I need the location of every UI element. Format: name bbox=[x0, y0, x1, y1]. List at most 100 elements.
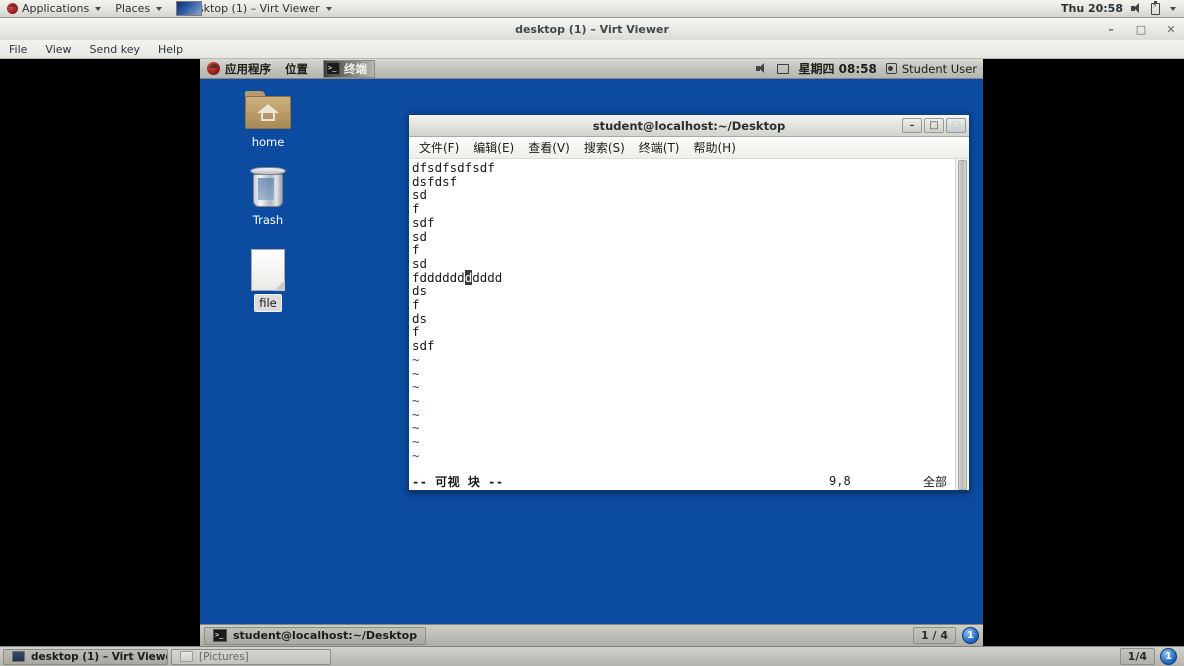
guest-top-panel: 应用程序 位置 >_ 终端 星期四 08:58 Student User bbox=[200, 59, 983, 79]
editor-line: f bbox=[412, 324, 420, 340]
close-button[interactable]: ✕ bbox=[946, 118, 966, 133]
guest-applications-label: 应用程序 bbox=[225, 61, 271, 76]
guest-workspace-switcher: 1 / 4 1 bbox=[913, 627, 979, 644]
host-places-label: Places bbox=[115, 2, 151, 15]
guest-bottom-panel: >_ student@localhost:~/Desktop 1 / 4 1 bbox=[200, 624, 983, 646]
fedora-logo-icon bbox=[7, 3, 18, 14]
terminal-menu-search[interactable]: 搜索(S) bbox=[577, 137, 632, 159]
display-icon[interactable] bbox=[777, 63, 790, 74]
speaker-icon[interactable] bbox=[756, 63, 768, 74]
guest-user-menu[interactable]: Student User bbox=[885, 61, 977, 76]
host-clock[interactable]: Thu 20:58 bbox=[1061, 2, 1123, 15]
battery-icon[interactable] bbox=[1151, 0, 1160, 15]
host-top-panel: Applications Places desktop (1) – Virt V… bbox=[0, 0, 1184, 18]
terminal-icon: >_ bbox=[213, 629, 227, 642]
guest-taskbar-item-terminal[interactable]: >_ student@localhost:~/Desktop bbox=[204, 626, 427, 645]
menu-help[interactable]: Help bbox=[149, 40, 192, 59]
guest-places-menu[interactable]: 位置 bbox=[278, 59, 315, 78]
terminal-titlebar: student@localhost:~/Desktop – □ ✕ bbox=[409, 115, 969, 137]
vim-cursor-position: 9,8 bbox=[829, 474, 851, 488]
editor-line: f bbox=[412, 242, 420, 258]
terminal-menu-terminal[interactable]: 终端(T) bbox=[632, 137, 687, 159]
editor-line: dsfdsf bbox=[412, 173, 458, 189]
terminal-menu-help[interactable]: 帮助(H) bbox=[687, 137, 743, 159]
desktop-icon-file[interactable]: file bbox=[232, 249, 304, 312]
guest-desktop[interactable]: 应用程序 位置 >_ 终端 星期四 08:58 Student User hom… bbox=[200, 59, 983, 646]
editor-line: dfsdfsdfsdf bbox=[412, 160, 495, 175]
editor-line: sd bbox=[412, 187, 428, 203]
vm-viewport: 应用程序 位置 >_ 终端 星期四 08:58 Student User hom… bbox=[0, 59, 1184, 646]
guest-panel-status-area: 星期四 08:58 Student User bbox=[756, 60, 983, 77]
editor-line: ds bbox=[412, 310, 428, 326]
host-taskbar-item-pictures[interactable]: [Pictures] bbox=[171, 648, 331, 665]
editor-line: sdf bbox=[412, 214, 435, 230]
host-taskbar: desktop (1) – Virt Viewer [Pictures] 1/4… bbox=[0, 646, 1184, 666]
terminal-title: student@localhost:~/Desktop bbox=[592, 118, 786, 133]
menu-file[interactable]: File bbox=[0, 40, 36, 59]
window-thumbnail-icon bbox=[176, 1, 203, 16]
virt-viewer-window-controls: – □ ✕ bbox=[1104, 18, 1178, 40]
guest-window-button-label: 终端 bbox=[344, 61, 367, 76]
terminal-scrollbar[interactable] bbox=[955, 159, 969, 490]
user-icon bbox=[885, 63, 897, 74]
guest-user-label: Student User bbox=[901, 61, 977, 76]
vim-status-line: -- 可视 块 -- 9,8 全部 bbox=[409, 473, 955, 489]
guest-applications-menu[interactable]: 应用程序 bbox=[200, 59, 278, 78]
editor-empty-line-marker: ~ bbox=[412, 351, 420, 367]
close-button[interactable]: ✕ bbox=[1164, 22, 1178, 36]
guest-places-label: 位置 bbox=[285, 61, 308, 76]
vim-block-cursor: d bbox=[464, 269, 473, 285]
terminal-menubar: 文件(F) 编辑(E) 查看(V) 搜索(S) 终端(T) 帮助(H) bbox=[409, 137, 969, 159]
terminal-window[interactable]: student@localhost:~/Desktop – □ ✕ 文件(F) … bbox=[408, 114, 970, 491]
host-window-menu[interactable]: desktop (1) – Virt Viewer bbox=[169, 0, 339, 17]
editor-empty-line-marker: ~ bbox=[412, 406, 420, 422]
minimize-button[interactable]: – bbox=[902, 118, 922, 133]
trash-icon bbox=[249, 167, 287, 209]
host-places-menu[interactable]: Places bbox=[108, 0, 169, 17]
terminal-body[interactable]: dfsdfsdfsdf dsfdsf sd f sdf sd f sd fddddddddddd… bbox=[409, 159, 969, 490]
terminal-menu-file[interactable]: 文件(F) bbox=[412, 137, 466, 159]
maximize-button[interactable]: □ bbox=[924, 118, 944, 133]
terminal-menu-view[interactable]: 查看(V) bbox=[521, 137, 577, 159]
menu-view[interactable]: View bbox=[36, 40, 80, 59]
virt-viewer-menubar: File View Send key Help bbox=[0, 40, 1184, 59]
maximize-button[interactable]: □ bbox=[1134, 22, 1148, 36]
menu-send-key[interactable]: Send key bbox=[81, 40, 149, 59]
guest-workspace-pages[interactable]: 1 / 4 bbox=[913, 627, 956, 644]
guest-clock[interactable]: 星期四 08:58 bbox=[798, 60, 876, 77]
host-window-menu-label: desktop (1) – Virt Viewer bbox=[184, 2, 320, 15]
editor-empty-line-marker: ~ bbox=[412, 434, 420, 450]
editor-empty-line-marker: ~ bbox=[412, 379, 420, 395]
editor-line: sd bbox=[412, 228, 428, 244]
editor-line: sdf bbox=[412, 338, 435, 354]
speaker-icon[interactable] bbox=[1131, 3, 1143, 14]
scrollbar-thumb[interactable] bbox=[958, 160, 967, 490]
guest-taskbar-item-label: student@localhost:~/Desktop bbox=[233, 629, 418, 642]
editor-empty-line-marker: ~ bbox=[412, 392, 420, 408]
guest-workspace-current[interactable]: 1 bbox=[962, 627, 979, 644]
desktop-icon-label: Trash bbox=[252, 213, 284, 227]
host-taskbar-item-virt-viewer[interactable]: desktop (1) – Virt Viewer bbox=[3, 648, 168, 665]
editor-empty-line-marker: ~ bbox=[412, 447, 420, 463]
editor-line: f bbox=[412, 201, 420, 217]
guest-window-button-terminal[interactable]: >_ 终端 bbox=[323, 59, 375, 78]
minimize-button[interactable]: – bbox=[1104, 22, 1118, 36]
editor-line: f bbox=[412, 297, 420, 313]
desktop-icon-home[interactable]: home bbox=[232, 91, 304, 150]
vim-editor-text[interactable]: dfsdfsdfsdf dsfdsf sd f sdf sd f sd fddddddddddd… bbox=[409, 159, 955, 490]
editor-empty-line-marker: ~ bbox=[412, 365, 420, 381]
fedora-logo-icon bbox=[207, 62, 220, 75]
editor-line: sd bbox=[412, 255, 428, 271]
screen: Applications Places desktop (1) – Virt V… bbox=[0, 0, 1184, 666]
chevron-down-icon[interactable] bbox=[1170, 6, 1176, 11]
terminal-menu-edit[interactable]: 编辑(E) bbox=[466, 137, 521, 159]
monitor-icon bbox=[12, 651, 25, 662]
host-taskbar-item-label: [Pictures] bbox=[199, 650, 249, 663]
desktop-icon-trash[interactable]: Trash bbox=[232, 167, 304, 228]
editor-line: ds bbox=[412, 283, 428, 299]
host-workspace-current[interactable]: 1 bbox=[1160, 648, 1177, 665]
desktop-icon-label: file bbox=[254, 294, 282, 312]
host-applications-menu[interactable]: Applications bbox=[0, 0, 108, 17]
host-workspace-pages[interactable]: 1/4 bbox=[1119, 648, 1155, 665]
vim-mode-indicator: -- 可视 块 -- bbox=[412, 474, 504, 489]
